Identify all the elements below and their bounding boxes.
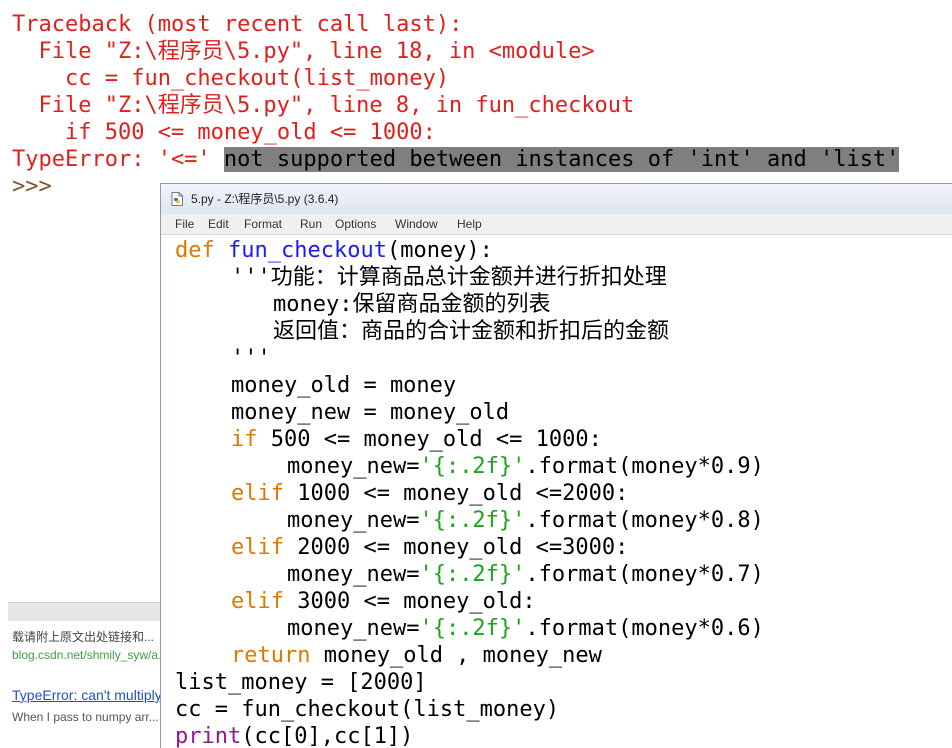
menu-run[interactable]: Run [300, 217, 322, 231]
code-line: def fun_checkout(money): [175, 237, 493, 264]
traceback-file-line: File "Z:\程序员\5.py", line 8, in fun_check… [12, 93, 635, 118]
code-text: (cc[0],cc[1]) [241, 724, 414, 748]
code-line: money_new='{:.2f}'.format(money*0.9) [287, 453, 764, 480]
keyword-return: return [231, 643, 311, 668]
function-name: fun_checkout [228, 238, 387, 263]
docstring-line: money:保留商品金额的列表 [273, 292, 551, 317]
type-error-line[interactable]: TypeError: '<=' not supported between in… [12, 146, 900, 173]
traceback-code-line: cc = fun_checkout(list_money) [12, 66, 450, 91]
keyword-if: if [231, 427, 258, 452]
code-text: money_new= [287, 454, 420, 479]
code-text: 3000 <= money_old: [283, 589, 536, 614]
code-line: money_new='{:.2f}'.format(money*0.8) [287, 507, 764, 534]
keyword-elif: elif [231, 589, 284, 614]
result-link[interactable]: TypeError: can't multiply... [12, 687, 162, 703]
docstring-end: ''' [231, 346, 271, 371]
code-line: elif 1000 <= money_old <=2000: [231, 480, 628, 507]
format-string: '{:.2f}' [419, 616, 526, 641]
code-text: money_new= [287, 616, 420, 641]
code-text: .format(money*0.7) [525, 562, 764, 587]
code-line: print(cc[0],cc[1]) [175, 723, 413, 748]
format-string: '{:.2f}' [419, 562, 526, 587]
error-prefix: TypeError: '<=' [12, 147, 224, 172]
code-line: money_old = money [231, 373, 457, 398]
builtin-print: print [175, 724, 242, 748]
code-line: if 500 <= money_old <= 1000: [231, 426, 602, 453]
code-text: money_new= [287, 508, 420, 533]
keyword-elif: elif [231, 535, 284, 560]
menu-options[interactable]: Options [335, 217, 376, 231]
menu-help[interactable]: Help [457, 217, 482, 231]
code-text: .format(money*0.6) [525, 616, 764, 641]
code-line: cc = fun_checkout(list_money) [175, 697, 560, 722]
menu-window[interactable]: Window [395, 217, 438, 231]
code-line: elif 2000 <= money_old <=3000: [231, 534, 628, 561]
shell-horizontal-scrollbar[interactable] [8, 602, 163, 621]
format-string: '{:.2f}' [419, 454, 526, 479]
keyword-elif: elif [231, 481, 284, 506]
traceback-header: Traceback (most recent call last): [12, 12, 463, 37]
code-line: list_money = [2000] [175, 670, 427, 695]
code-text: money_new= [287, 562, 420, 587]
code-line: return money_old , money_new [231, 642, 602, 669]
editor-titlebar[interactable]: 5.py - Z:\程序员\5.py (3.6.4) [161, 184, 952, 214]
code-line: money_new='{:.2f}'.format(money*0.6) [287, 615, 764, 642]
code-text: money_old , money_new [310, 643, 602, 668]
menu-format[interactable]: Format [244, 217, 282, 231]
docstring-line: 返回值：商品的合计金额和折扣后的金额 [273, 319, 670, 344]
menu-edit[interactable]: Edit [208, 217, 229, 231]
code-line: elif 3000 <= money_old: [231, 588, 536, 615]
selected-error-text[interactable]: not supported between instances of 'int'… [223, 147, 900, 172]
window-title: 5.py - Z:\程序员\5.py (3.6.4) [191, 192, 339, 206]
code-line: money_new='{:.2f}'.format(money*0.7) [287, 561, 764, 588]
format-string: '{:.2f}' [419, 508, 526, 533]
code-text: .format(money*0.9) [525, 454, 764, 479]
result-url[interactable]: blog.csdn.net/shmily_syw/a... [12, 648, 162, 662]
repost-note: 载请附上原文出处链接和... [12, 630, 155, 644]
code-text: (money): [386, 238, 493, 263]
code-editor-area[interactable]: def fun_checkout(money): '''功能：计算商品总计金额并… [161, 235, 952, 748]
result-snippet: When I pass to numpy arr... [12, 710, 159, 724]
keyword-def: def [175, 238, 215, 263]
python-file-icon [171, 192, 183, 206]
background-web-page: 载请附上原文出处链接和... blog.csdn.net/shmily_syw/… [0, 621, 162, 748]
traceback-file-line: File "Z:\程序员\5.py", line 18, in <module> [12, 39, 595, 64]
code-text: 1000 <= money_old <=2000: [283, 481, 629, 506]
idle-editor-window[interactable]: 5.py - Z:\程序员\5.py (3.6.4) File Edit For… [160, 183, 952, 748]
code-text: 500 <= money_old <= 1000: [257, 427, 602, 452]
menu-bar: File Edit Format Run Options Window Help [161, 214, 952, 235]
code-line: money_new = money_old [231, 400, 510, 425]
menu-file[interactable]: File [175, 217, 194, 231]
shell-prompt[interactable]: >>> [12, 173, 52, 200]
traceback-code-line: if 500 <= money_old <= 1000: [12, 120, 436, 145]
code-text: .format(money*0.8) [525, 508, 764, 533]
docstring-line: '''功能：计算商品总计金额并进行折扣处理 [231, 265, 667, 290]
code-text: 2000 <= money_old <=3000: [283, 535, 629, 560]
